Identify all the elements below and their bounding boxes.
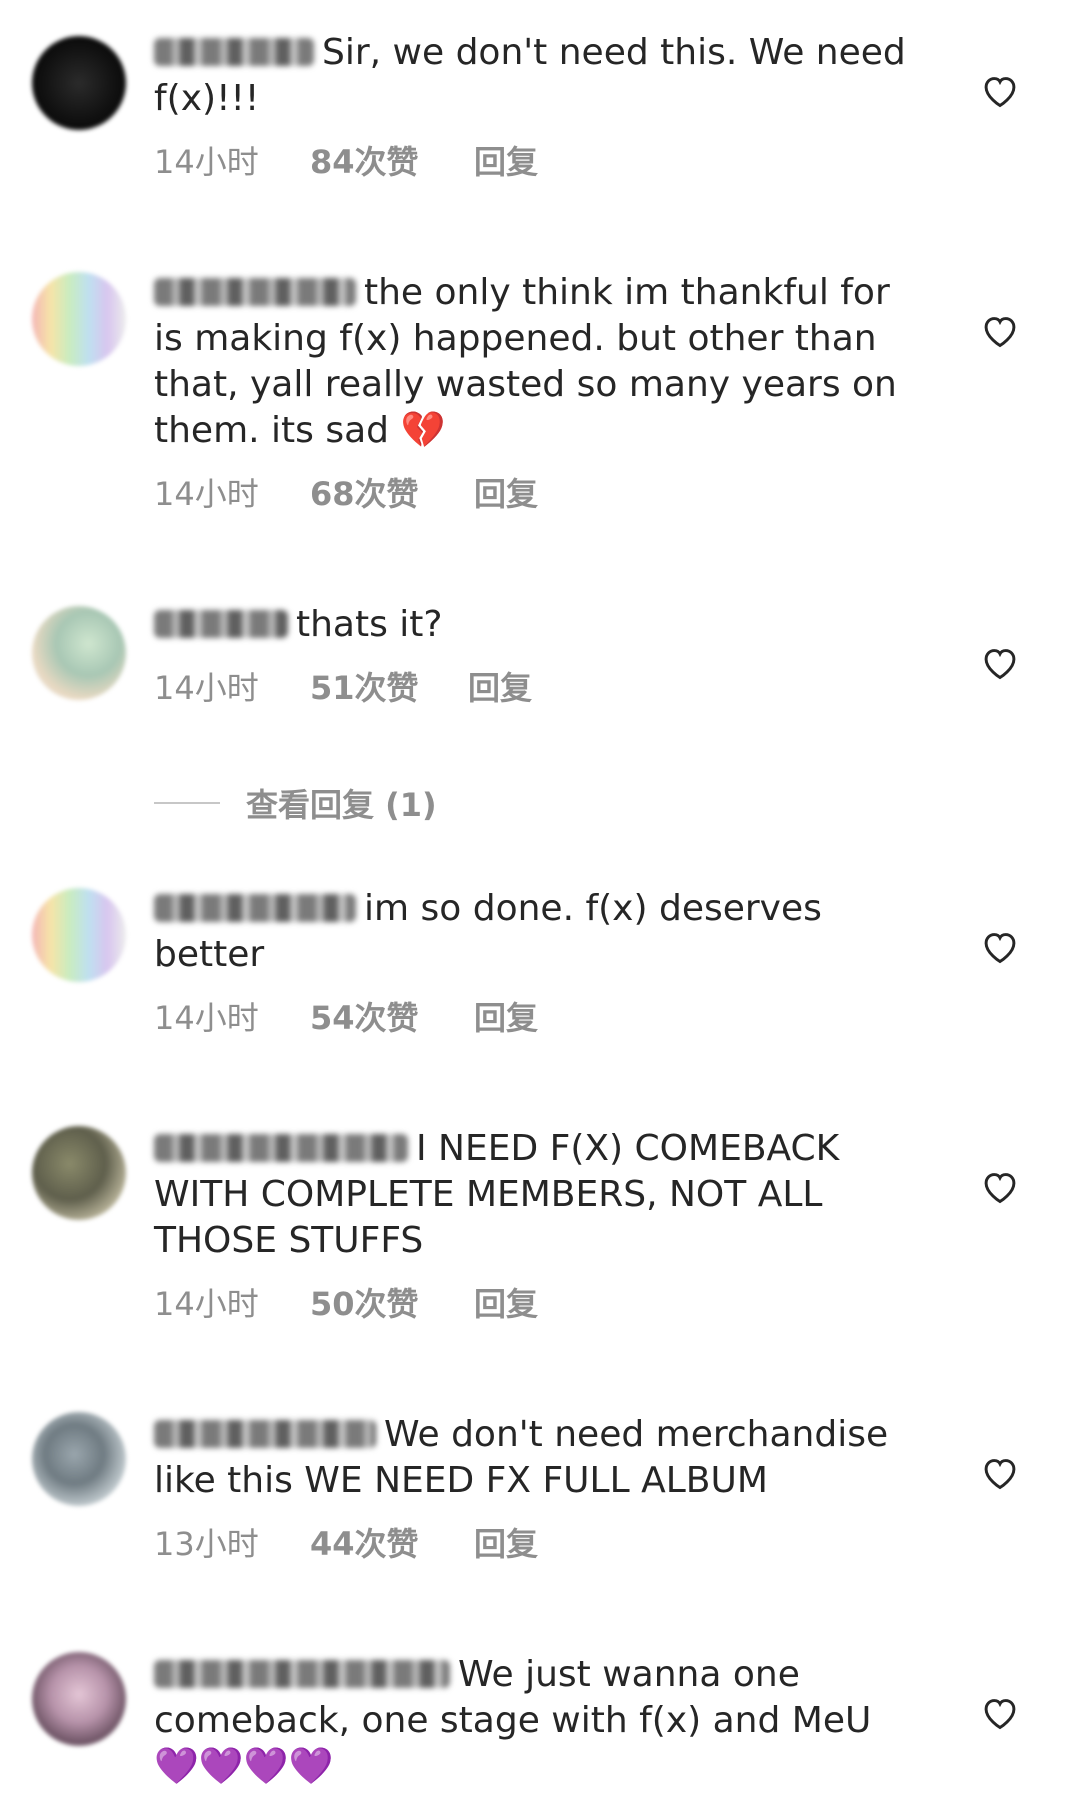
heart-outline-icon[interactable] bbox=[980, 312, 1020, 348]
like-count[interactable]: 54次赞 bbox=[310, 998, 474, 1038]
comment-meta: 14小时 84次赞 回复 bbox=[154, 142, 924, 182]
comment-meta: 14小时 54次赞 回复 bbox=[154, 998, 924, 1038]
reply-button[interactable]: 回复 bbox=[474, 1284, 538, 1324]
reply-button[interactable]: 回复 bbox=[468, 668, 532, 708]
view-replies-label: 查看回复 (1) bbox=[246, 786, 437, 824]
comment-body: thats it? 14小时 51次赞 回复 bbox=[154, 602, 924, 708]
comment-text: thats it? bbox=[154, 602, 924, 648]
heart-outline-icon[interactable] bbox=[980, 928, 1020, 964]
heart-outline-icon[interactable] bbox=[980, 1454, 1020, 1490]
avatar[interactable] bbox=[32, 888, 126, 982]
broken-heart-emoji: 💔 bbox=[400, 410, 446, 451]
reply-button[interactable]: 回复 bbox=[474, 474, 538, 514]
like-count[interactable]: 51次赞 bbox=[310, 668, 468, 708]
comment-time: 14小时 bbox=[154, 669, 259, 707]
avatar[interactable] bbox=[32, 1412, 126, 1506]
avatar[interactable] bbox=[32, 272, 126, 366]
comment-meta: 13小时 44次赞 回复 bbox=[154, 1524, 924, 1564]
avatar[interactable] bbox=[32, 36, 126, 130]
comment-time: 14小时 bbox=[154, 1285, 259, 1323]
reply-button[interactable]: 回复 bbox=[474, 998, 538, 1038]
comment-time: 14小时 bbox=[154, 143, 259, 181]
view-replies-button[interactable]: 查看回复 (1) bbox=[154, 780, 437, 826]
comment-body: We don't need merchandise like this WE N… bbox=[154, 1412, 924, 1564]
heart-outline-icon[interactable] bbox=[980, 1694, 1020, 1730]
comment-body: im so done. f(x) deserves better 14小时 54… bbox=[154, 886, 924, 1038]
comment-text: Sir, we don't need this. We need f(x)!!! bbox=[154, 30, 924, 122]
username-blurred[interactable] bbox=[154, 1420, 376, 1448]
username-blurred[interactable] bbox=[154, 894, 356, 922]
like-count[interactable]: 44次赞 bbox=[310, 1524, 474, 1564]
comment-time: 14小时 bbox=[154, 475, 259, 513]
comment-text: We just wanna one comeback, one stage wi… bbox=[154, 1652, 924, 1790]
comment-text: We don't need merchandise like this WE N… bbox=[154, 1412, 924, 1504]
comment-time: 14小时 bbox=[154, 999, 259, 1037]
username-blurred[interactable] bbox=[154, 610, 288, 638]
like-count[interactable]: 84次赞 bbox=[310, 142, 474, 182]
username-blurred[interactable] bbox=[154, 1660, 450, 1688]
comment-text: the only think im thankful for is making… bbox=[154, 270, 924, 454]
divider bbox=[154, 802, 220, 804]
reply-button[interactable]: 回复 bbox=[474, 142, 538, 182]
username-blurred[interactable] bbox=[154, 278, 356, 306]
like-count[interactable]: 68次赞 bbox=[310, 474, 474, 514]
comment-text: I NEED F(X) COMEBACK WITH COMPLETE MEMBE… bbox=[154, 1126, 924, 1264]
comment-body: I NEED F(X) COMEBACK WITH COMPLETE MEMBE… bbox=[154, 1126, 924, 1324]
avatar[interactable] bbox=[32, 1652, 126, 1746]
comment-meta: 14小时 50次赞 回复 bbox=[154, 1284, 924, 1324]
purple-heart-emoji: 💜💜💜💜 bbox=[154, 1746, 334, 1787]
heart-outline-icon[interactable] bbox=[980, 72, 1020, 108]
heart-outline-icon[interactable] bbox=[980, 644, 1020, 680]
avatar[interactable] bbox=[32, 1126, 126, 1220]
heart-outline-icon[interactable] bbox=[980, 1168, 1020, 1204]
comment-text: im so done. f(x) deserves better bbox=[154, 886, 924, 978]
avatar[interactable] bbox=[32, 606, 126, 700]
username-blurred[interactable] bbox=[154, 38, 314, 66]
reply-button[interactable]: 回复 bbox=[474, 1524, 538, 1564]
comment-time: 13小时 bbox=[154, 1525, 259, 1563]
comment-body: Sir, we don't need this. We need f(x)!!!… bbox=[154, 30, 924, 182]
comment-message: thats it? bbox=[296, 604, 443, 645]
like-count[interactable]: 50次赞 bbox=[310, 1284, 474, 1324]
comment-body: We just wanna one comeback, one stage wi… bbox=[154, 1652, 924, 1790]
comment-meta: 14小时 51次赞 回复 bbox=[154, 668, 924, 708]
comment-body: the only think im thankful for is making… bbox=[154, 270, 924, 514]
username-blurred[interactable] bbox=[154, 1134, 408, 1162]
comment-meta: 14小时 68次赞 回复 bbox=[154, 474, 924, 514]
